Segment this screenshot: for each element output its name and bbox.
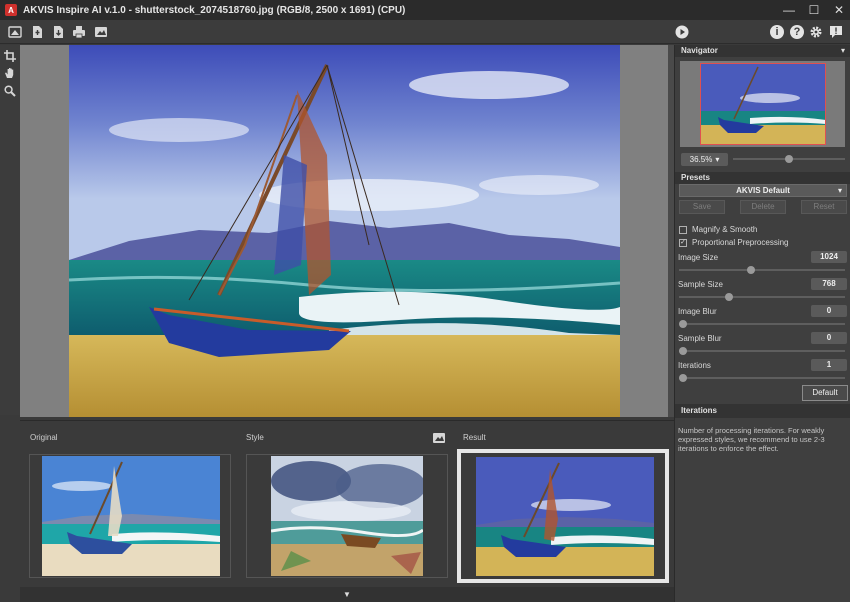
zoom-dropdown[interactable]: 36.5% ▾: [681, 153, 728, 166]
param-label: Sample Size: [678, 280, 723, 289]
proportional-preprocessing-checkbox[interactable]: ✓: [679, 238, 687, 247]
maximize-button[interactable]: ☐: [800, 0, 828, 20]
info-icon[interactable]: i: [770, 25, 784, 39]
close-button[interactable]: ✕: [825, 0, 850, 20]
style-image: [271, 456, 423, 576]
param-value-field[interactable]: 1: [811, 359, 847, 371]
param-slider-knob[interactable]: [746, 266, 755, 274]
hint-header: Iterations: [675, 404, 850, 418]
navigator-thumbnail: [700, 63, 826, 145]
notifications-icon[interactable]: [828, 24, 844, 40]
run-icon[interactable]: [674, 24, 690, 40]
reset-preset-button[interactable]: Reset: [801, 200, 847, 214]
param-label: Image Size: [678, 253, 719, 262]
window-title: AKVIS Inspire AI v.1.0 - shutterstock_20…: [23, 4, 406, 16]
param-value-field[interactable]: 0: [811, 332, 847, 344]
hand-icon[interactable]: [3, 66, 17, 80]
magnify-smooth-checkbox[interactable]: [679, 225, 687, 234]
param-slider[interactable]: [679, 323, 845, 325]
magnify-smooth-option[interactable]: Magnify & Smooth: [679, 225, 757, 234]
original-thumbnail[interactable]: [29, 454, 231, 578]
param-slider[interactable]: [679, 377, 845, 379]
app-logo-icon: A: [5, 4, 17, 16]
original-label: Original: [30, 433, 58, 442]
param-slider[interactable]: [679, 296, 845, 298]
param-slider-knob[interactable]: [679, 374, 687, 382]
settings-icon[interactable]: [808, 24, 824, 40]
load-style-icon[interactable]: [431, 430, 447, 446]
default-button[interactable]: Default: [802, 385, 848, 401]
param-slider-knob[interactable]: [724, 293, 733, 301]
open-file-icon[interactable]: [29, 24, 45, 40]
result-image: [69, 45, 620, 417]
param-label: Iterations: [678, 361, 711, 370]
tools-panel: [0, 45, 20, 415]
expand-strip-button[interactable]: ▼: [20, 587, 674, 602]
navigator-header[interactable]: Navigator ▾: [675, 45, 850, 57]
param-label: Sample Blur: [678, 334, 722, 343]
minimize-button[interactable]: —: [775, 0, 803, 20]
hint-text: Number of processing iterations. For wea…: [678, 426, 825, 453]
images-strip: Original Style Result: [20, 420, 674, 585]
title-bar: A AKVIS Inspire AI v.1.0 - shutterstock_…: [0, 0, 850, 20]
preset-dropdown[interactable]: AKVIS Default ▾: [679, 184, 847, 197]
save-file-icon[interactable]: [50, 24, 66, 40]
param-label: Image Blur: [678, 307, 717, 316]
param-value-field[interactable]: 0: [811, 305, 847, 317]
result-image-small: [476, 457, 654, 576]
result-label: Result: [463, 433, 486, 442]
delete-preset-button[interactable]: Delete: [740, 200, 786, 214]
param-slider-knob[interactable]: [679, 347, 687, 355]
settings-panel: Navigator ▾ 36.5% ▾ Presets AKVIS Defaul…: [674, 45, 850, 602]
preset-value: AKVIS Default: [736, 186, 790, 195]
image-canvas[interactable]: [20, 45, 668, 417]
param-slider-knob[interactable]: [679, 320, 687, 328]
preset-arrow-icon: ▾: [837, 186, 842, 195]
style-label: Style: [246, 433, 264, 442]
param-slider[interactable]: [679, 269, 845, 271]
navigator-title: Navigator: [681, 46, 718, 55]
proportional-preprocessing-label: Proportional Preprocessing: [692, 238, 789, 247]
collapse-arrow-icon[interactable]: ▾: [841, 45, 845, 57]
zoom-value: 36.5%: [689, 155, 713, 164]
style-thumbnail[interactable]: [246, 454, 448, 578]
param-value-field[interactable]: 1024: [811, 251, 847, 263]
result-thumbnail[interactable]: [457, 449, 669, 583]
original-image: [42, 456, 220, 576]
print-icon[interactable]: [71, 24, 87, 40]
crop-icon[interactable]: [3, 49, 17, 63]
zoom-arrow-icon: ▾: [715, 155, 720, 164]
zoom-icon[interactable]: [3, 84, 17, 98]
save-preset-button[interactable]: Save: [679, 200, 725, 214]
param-value-field[interactable]: 768: [811, 278, 847, 290]
magnify-smooth-label: Magnify & Smooth: [692, 225, 758, 234]
proportional-preprocessing-option[interactable]: ✓ Proportional Preprocessing: [679, 238, 789, 247]
zoom-slider-knob[interactable]: [785, 155, 793, 163]
presets-header: Presets: [675, 172, 850, 184]
navigator-preview[interactable]: [680, 61, 845, 147]
share-image-icon[interactable]: [93, 24, 109, 40]
param-slider[interactable]: [679, 350, 845, 352]
main-toolbar: i ?: [0, 20, 850, 44]
help-icon[interactable]: ?: [790, 25, 804, 39]
before-after-icon[interactable]: [7, 24, 23, 40]
